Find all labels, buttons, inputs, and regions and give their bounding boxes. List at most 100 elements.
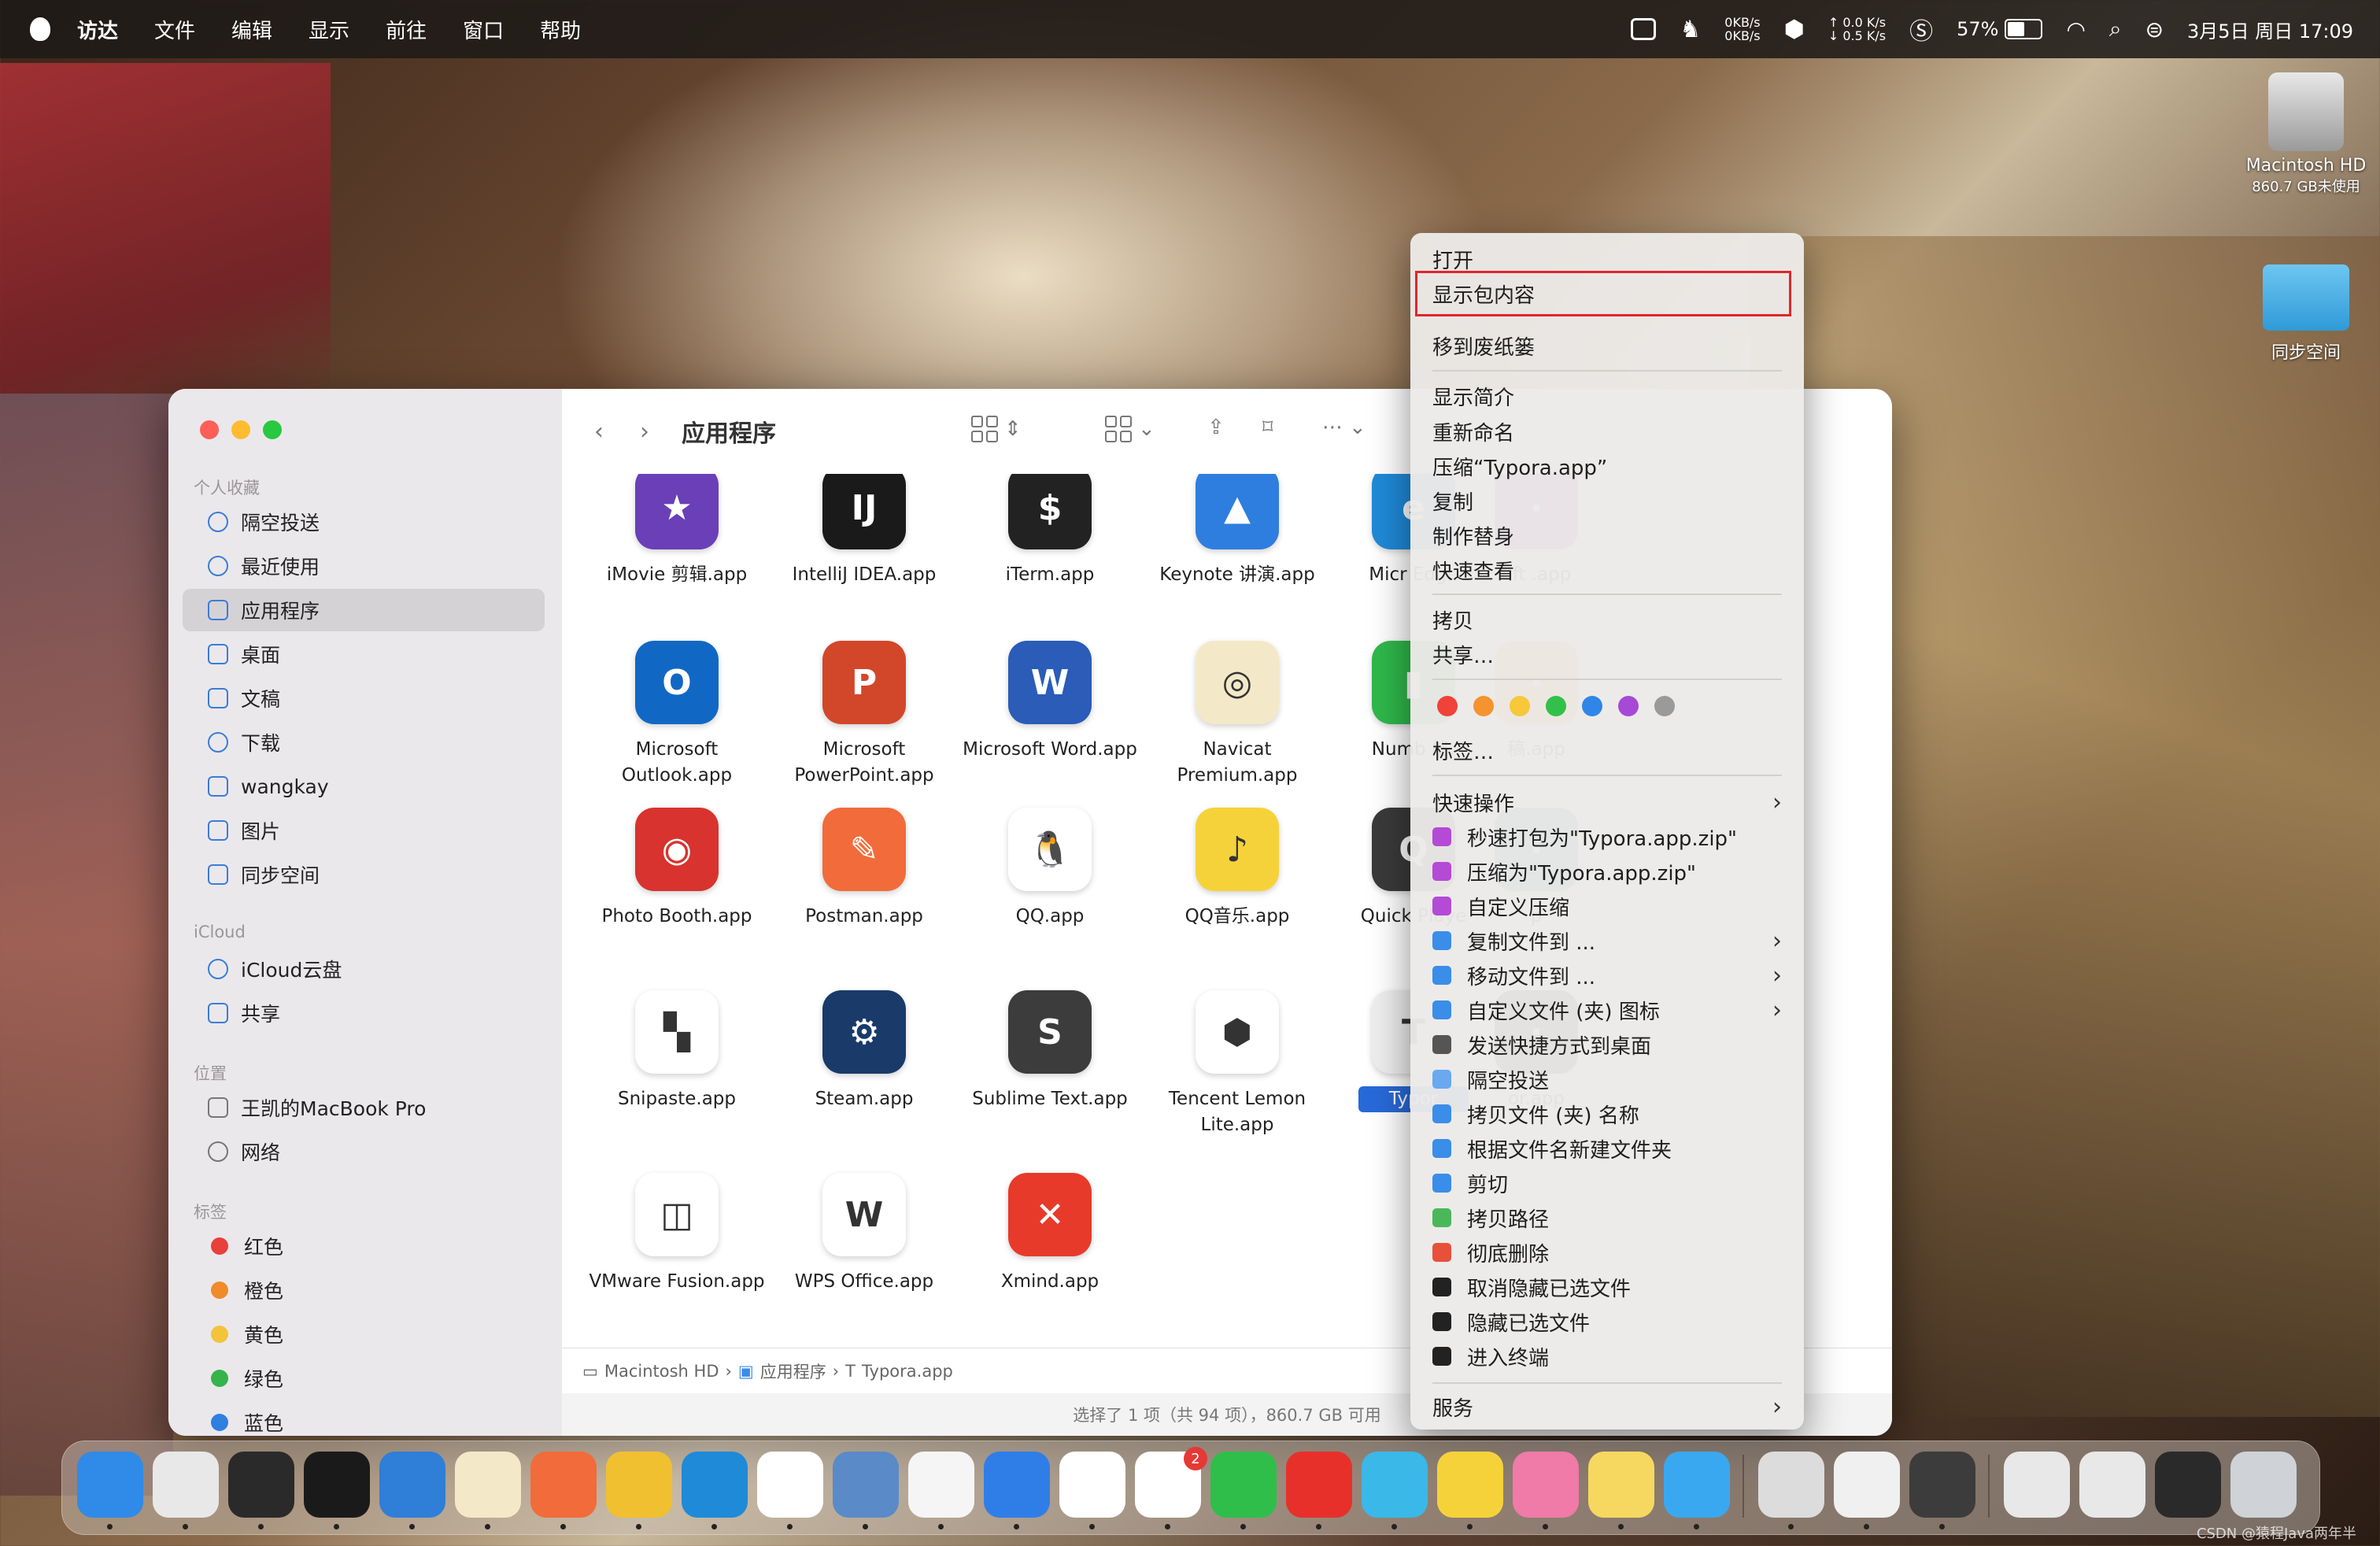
- path-item[interactable]: Macintosh HD: [604, 1362, 719, 1381]
- menu-share[interactable]: 共享…: [1432, 638, 1782, 671]
- sidebar-tag-red[interactable]: 红色: [183, 1225, 545, 1267]
- tag-color-dot[interactable]: [1546, 696, 1566, 716]
- sync-icon[interactable]: Ⓢ: [1909, 12, 1933, 46]
- sidebar-tag-orange[interactable]: 橙色: [183, 1269, 545, 1311]
- menu-extension-item[interactable]: 秒速打包为"Typora.app.zip": [1432, 820, 1782, 853]
- tag-color-dot[interactable]: [1473, 696, 1494, 716]
- net-speed-k[interactable]: ↑ 0.0 K/s ↓ 0.5 K/s: [1828, 16, 1886, 43]
- dock-qq[interactable]: 2: [1135, 1447, 1207, 1518]
- app-item[interactable]: $ iTerm.app: [955, 474, 1144, 588]
- wifi-icon[interactable]: ◠: [2066, 17, 2085, 43]
- dock-notes[interactable]: [1588, 1452, 1654, 1518]
- forward-button[interactable]: ›: [631, 418, 658, 446]
- menu-get-info[interactable]: 显示简介: [1432, 379, 1782, 412]
- sidebar-item-downloads[interactable]: 下载: [183, 721, 545, 764]
- sidebar-item-desktop[interactable]: 桌面: [183, 633, 545, 675]
- sidebar-tag-blue[interactable]: 蓝色: [183, 1401, 545, 1436]
- app-item[interactable]: W WPS Office.app: [770, 1173, 959, 1293]
- dock-intellij[interactable]: [304, 1452, 370, 1518]
- sidebar-item-shared[interactable]: 共享: [183, 992, 545, 1034]
- dock-wps[interactable]: [1059, 1452, 1125, 1518]
- dock-vmware[interactable]: [757, 1452, 823, 1518]
- app-item[interactable]: S Sublime Text.app: [955, 990, 1144, 1112]
- zoom-button[interactable]: [263, 420, 282, 439]
- dock-recent-window-1[interactable]: [2079, 1452, 2145, 1518]
- sidebar-item-network[interactable]: 网络: [183, 1130, 545, 1173]
- app-item[interactable]: ▚ Snipaste.app: [582, 990, 771, 1112]
- dock-textedit[interactable]: [908, 1452, 974, 1518]
- app-item[interactable]: O Microsoft Outlook.app: [582, 641, 771, 789]
- sidebar-tag-green[interactable]: 绿色: [183, 1357, 545, 1400]
- sidebar-item-recents[interactable]: 最近使用: [183, 545, 545, 587]
- dock-wechat[interactable]: [1210, 1452, 1277, 1518]
- menu-extension-item[interactable]: 彻底删除: [1432, 1236, 1782, 1269]
- menu-move-to-trash[interactable]: 移到废纸篓: [1432, 329, 1782, 362]
- tag-color-dot[interactable]: [1618, 696, 1639, 716]
- menu-file[interactable]: 文件: [154, 15, 195, 44]
- app-item[interactable]: ◫ VMware Fusion.app: [582, 1173, 771, 1293]
- menu-quick-actions[interactable]: 快速操作 ›: [1432, 786, 1782, 819]
- dock-chrome[interactable]: [606, 1452, 672, 1518]
- control-center-icon[interactable]: ⊜: [2145, 17, 2164, 43]
- sidebar-item-icloud-drive[interactable]: iCloud云盘: [183, 948, 545, 990]
- share-button[interactable]: ⇪: [1207, 416, 1225, 439]
- minimize-button[interactable]: [231, 420, 250, 439]
- menu-extension-item[interactable]: 发送快捷方式到桌面: [1432, 1028, 1782, 1061]
- sidebar-item-sync[interactable]: 同步空间: [183, 853, 545, 896]
- sidebar-item-applications[interactable]: 应用程序: [183, 589, 545, 631]
- tag-color-dot[interactable]: [1654, 696, 1675, 716]
- sidebar-tag-yellow[interactable]: 黄色: [183, 1313, 545, 1356]
- menu-extension-item[interactable]: 剪切: [1432, 1167, 1782, 1200]
- desktop-macintosh-hd[interactable]: Macintosh HD 860.7 GB未使用: [2227, 72, 2380, 196]
- tag-color-dot[interactable]: [1582, 696, 1602, 716]
- dock-navicat[interactable]: [455, 1452, 521, 1518]
- menu-window[interactable]: 窗口: [463, 15, 504, 44]
- dock-sublime[interactable]: [1909, 1452, 1975, 1518]
- menu-extension-item[interactable]: 自定义压缩: [1432, 890, 1782, 923]
- dock-trash[interactable]: [2230, 1452, 2297, 1518]
- cat-icon[interactable]: ♞: [1680, 16, 1701, 43]
- app-item[interactable]: ◎ Navicat Premium.app: [1143, 641, 1332, 789]
- dock-finder[interactable]: [77, 1452, 143, 1518]
- app-item[interactable]: ▲ Keynote 讲演.app: [1143, 474, 1332, 588]
- sidebar-item-pictures[interactable]: 图片: [183, 809, 545, 852]
- battery[interactable]: 57%: [1957, 18, 2043, 40]
- sidebar-item-documents[interactable]: 文稿: [183, 677, 545, 719]
- menu-extension-item[interactable]: 进入终端: [1432, 1340, 1782, 1373]
- dock-recent-window-2[interactable]: [2155, 1452, 2221, 1518]
- menu-rename[interactable]: 重新命名: [1432, 415, 1782, 448]
- close-button[interactable]: [200, 420, 219, 439]
- app-item[interactable]: ◉ Photo Booth.app: [582, 808, 771, 930]
- menu-view[interactable]: 显示: [309, 15, 349, 44]
- dock-vscode[interactable]: [379, 1452, 445, 1518]
- app-item[interactable]: W Microsoft Word.app: [955, 641, 1144, 763]
- menu-copy[interactable]: 拷贝: [1432, 603, 1782, 636]
- dock-infuse[interactable]: [1362, 1452, 1428, 1518]
- menu-extension-item[interactable]: 隔空投送: [1432, 1063, 1782, 1096]
- more-button[interactable]: ⋯ ⌄: [1322, 416, 1366, 439]
- dock-typora[interactable]: [1834, 1452, 1900, 1518]
- menu-help[interactable]: 帮助: [540, 15, 581, 44]
- menu-edit[interactable]: 编辑: [231, 15, 272, 44]
- dock-activity-monitor[interactable]: [228, 1452, 294, 1518]
- apple-icon[interactable]: [30, 17, 50, 41]
- dock-postman[interactable]: [530, 1452, 597, 1518]
- menu-extension-item[interactable]: 拷贝文件 (夹) 名称: [1432, 1097, 1782, 1130]
- app-item[interactable]: P Microsoft PowerPoint.app: [770, 641, 959, 789]
- dock-qq-music[interactable]: [1437, 1452, 1503, 1518]
- app-item[interactable]: ♪ QQ音乐.app: [1143, 808, 1332, 930]
- menu-go[interactable]: 前往: [386, 15, 427, 44]
- back-button[interactable]: ‹: [586, 418, 612, 446]
- menu-compress[interactable]: 压缩“Typora.app”: [1432, 449, 1782, 483]
- menu-quick-look[interactable]: 快速查看: [1432, 553, 1782, 586]
- path-item[interactable]: 应用程序: [760, 1359, 826, 1383]
- sidebar-item-airdrop[interactable]: 隔空投送: [183, 501, 545, 543]
- group-button[interactable]: ⌄: [1105, 416, 1155, 442]
- menu-extension-item[interactable]: 移动文件到 ... ›: [1432, 959, 1782, 992]
- app-item[interactable]: ★ iMovie 剪辑.app: [582, 474, 771, 588]
- menu-extension-item[interactable]: 根据文件名新建文件夹: [1432, 1132, 1782, 1165]
- app-item[interactable]: ✎ Postman.app: [770, 808, 959, 930]
- display-icon[interactable]: [1631, 18, 1657, 40]
- view-mode-button[interactable]: ⇕: [971, 416, 1022, 442]
- net-speed-kb[interactable]: 0KB/s 0KB/s: [1724, 16, 1760, 43]
